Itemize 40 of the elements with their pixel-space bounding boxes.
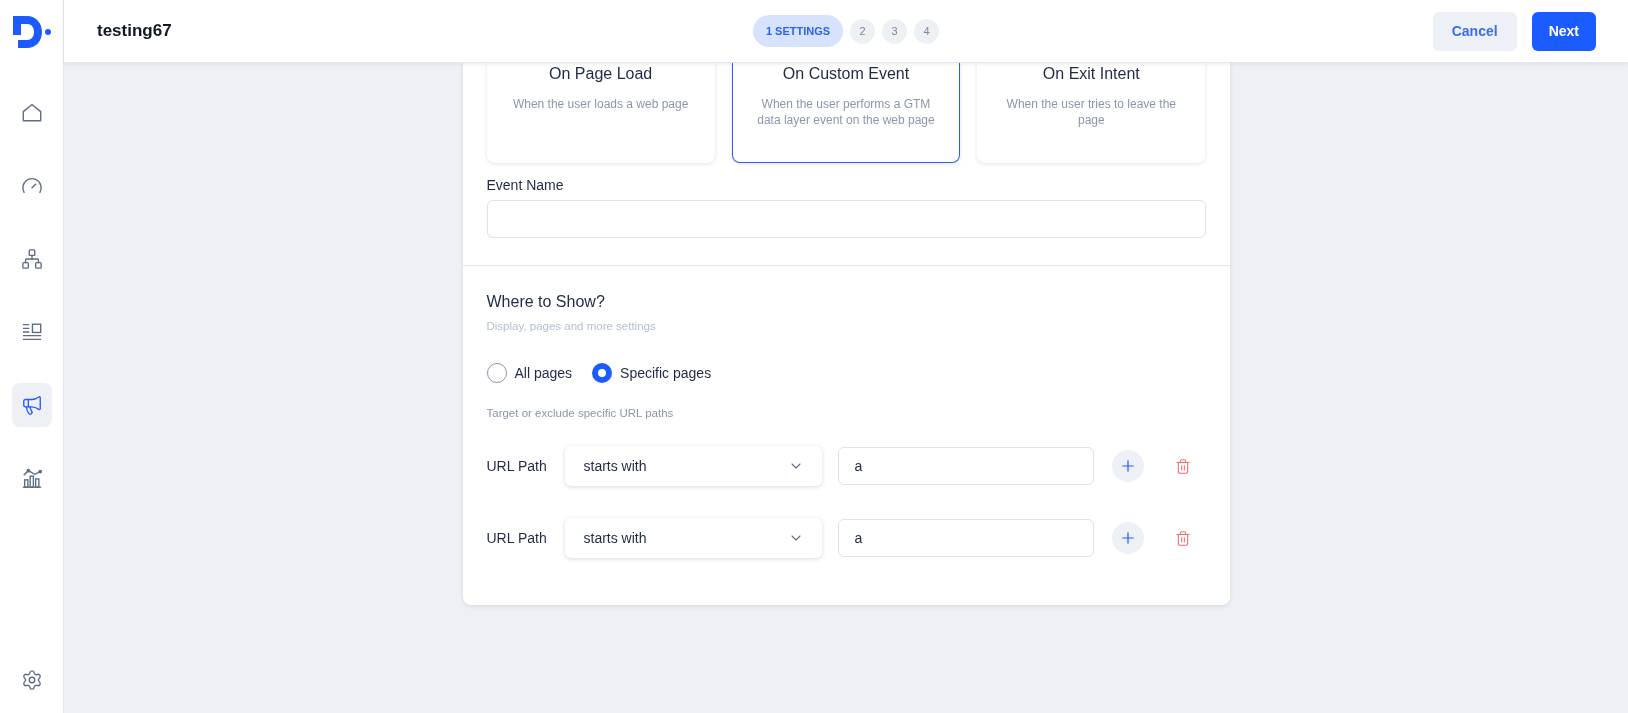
radio-button[interactable] (486, 363, 507, 383)
event-name-input[interactable] (486, 200, 1206, 238)
trash-icon[interactable] (1174, 529, 1191, 547)
page-title: testing67 (97, 21, 172, 41)
trigger-title: On Page Load (549, 64, 653, 84)
bar-chart-icon (20, 467, 43, 489)
url-path-input[interactable]: a (837, 447, 1094, 485)
logo-icon[interactable] (13, 15, 51, 48)
trigger-option-card[interactable]: On Exit Intent When the user tries to leave the page (977, 63, 1206, 163)
trigger-title: On Exit Intent (1042, 64, 1140, 84)
trigger-option-card[interactable]: On Page Load When the user loads a web page (486, 63, 715, 163)
section-subtitle: Display, pages and more settings (486, 319, 656, 333)
radio-button[interactable] (592, 363, 613, 383)
step-tab[interactable]: 1 SETTINGS (752, 15, 844, 47)
rule-label: URL Path (486, 456, 548, 476)
trigger-description: When the user loads a web page (511, 96, 690, 112)
cancel-button[interactable]: Cancel (1432, 11, 1517, 51)
next-button[interactable]: Next (1531, 11, 1596, 51)
url-path-input[interactable]: a (837, 519, 1094, 557)
rule-label: URL Path (486, 528, 548, 548)
trigger-description: When the user tries to leave the page (1005, 96, 1178, 128)
trigger-option-card[interactable]: On Custom Event When the user performs a GTM data layer event on the web page (731, 63, 961, 163)
add-button[interactable] (1111, 522, 1144, 554)
operator-dropdown[interactable]: starts with (564, 446, 822, 486)
settings-icon (20, 669, 43, 691)
trash-icon[interactable] (1174, 457, 1191, 475)
radio-label: Specific pages (620, 364, 712, 382)
sidebar-item[interactable] (11, 383, 52, 427)
field-label: Event Name (486, 177, 565, 193)
home-icon (20, 102, 43, 124)
radio-label: All pages (514, 364, 573, 382)
operator-dropdown[interactable]: starts with (564, 518, 822, 558)
section-title: Where to Show? (486, 292, 605, 312)
add-button[interactable] (1111, 450, 1144, 482)
trigger-title: On Custom Event (782, 64, 910, 84)
trigger-description: When the user performs a GTM data layer event on the web page (756, 96, 936, 128)
network-icon (20, 248, 43, 270)
hint-text: Target or exclude specific URL paths (486, 406, 674, 420)
list-icon (20, 321, 43, 343)
megaphone-icon (20, 394, 43, 416)
